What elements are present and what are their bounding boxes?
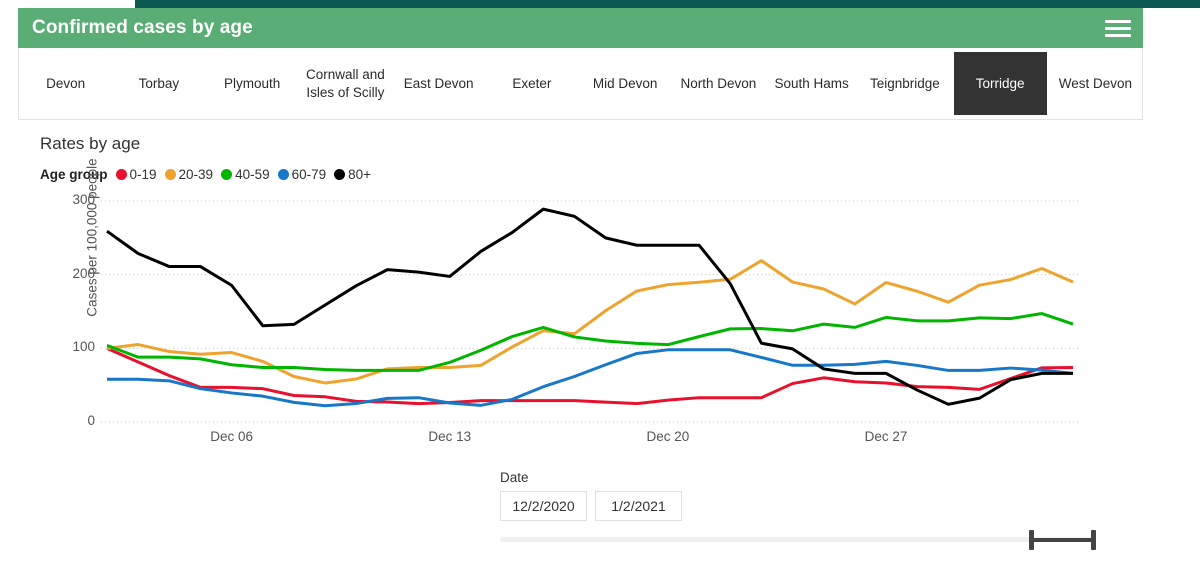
y-tick-label: 200	[72, 265, 95, 281]
y-tick-label: 300	[72, 192, 95, 207]
y-tick-label: 100	[72, 339, 95, 355]
x-tick-label: Dec 06	[210, 429, 254, 444]
date-filter-label: Date	[500, 470, 529, 485]
slider-handle-right[interactable]	[1091, 530, 1096, 550]
date-range-slider[interactable]	[500, 528, 1096, 552]
slider-track[interactable]	[500, 537, 1095, 542]
date-end-input[interactable]: 1/2/2021	[595, 491, 682, 521]
slider-selected-range[interactable]	[1031, 538, 1095, 542]
series-line-80+	[106, 207, 1073, 406]
date-start-input[interactable]: 12/2/2020	[500, 491, 587, 521]
x-tick-label: Dec 20	[646, 429, 690, 444]
x-tick-label: Dec 27	[864, 429, 908, 444]
slider-handle-left[interactable]	[1029, 530, 1034, 550]
x-tick-label: Dec 13	[428, 429, 472, 444]
date-filter: Date 12/2/2020 1/2/2021	[500, 470, 682, 521]
y-tick-label: 0	[87, 413, 95, 428]
